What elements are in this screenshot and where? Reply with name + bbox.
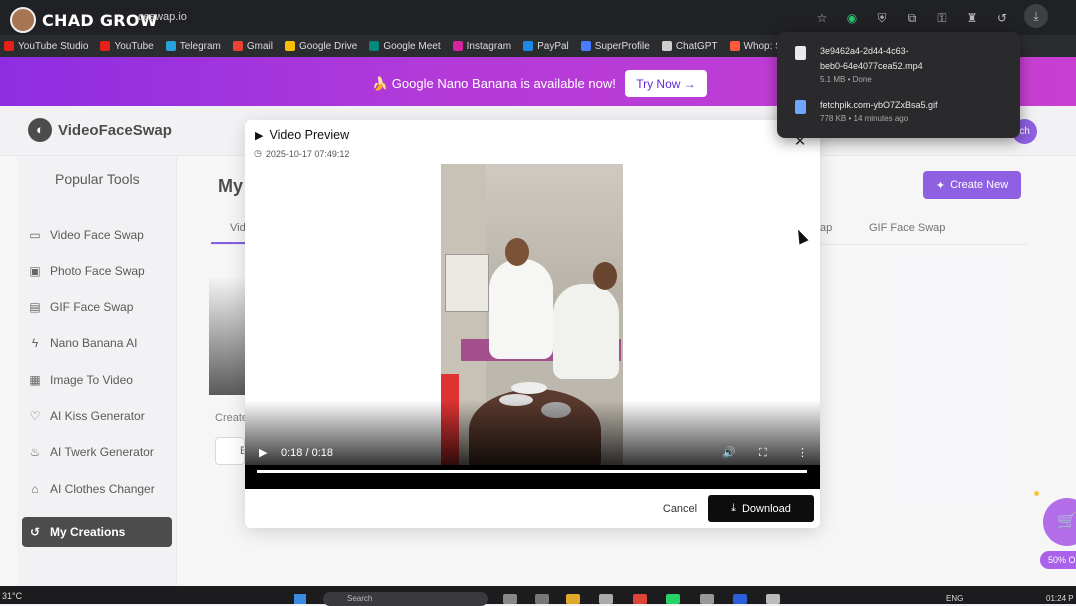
download-icon: ⤓ — [731, 502, 736, 514]
video-progress-bar[interactable] — [257, 470, 807, 473]
puzzle-icon[interactable]: ⧉ — [904, 10, 920, 26]
taskbar-app-icon[interactable] — [503, 594, 517, 604]
folder-icon[interactable] — [566, 594, 580, 604]
download-meta: 778 KB • 14 minutes ago — [820, 114, 909, 123]
bookmark-label: Telegram — [179, 40, 221, 52]
bookmark-item[interactable]: Google Drive — [285, 41, 357, 52]
bookmark-label: Instagram — [466, 40, 512, 52]
bookmark-item[interactable]: PayPal — [523, 41, 569, 52]
browser-tab-bar: CHAD GROW ceswap.io ☆ ◉ ⛨ ⧉ ⚿ ♜ ↺ ⤓ — [0, 0, 1076, 35]
bookmark-favicon-icon — [4, 41, 14, 51]
key-icon[interactable]: ⚿ — [934, 10, 950, 26]
cancel-button[interactable]: Cancel — [658, 500, 702, 518]
download-icon[interactable]: ⤓ — [1024, 4, 1048, 28]
channel-watermark: CHAD GROW — [10, 7, 158, 33]
bookmark-favicon-icon — [523, 41, 534, 51]
bookmark-favicon-icon — [729, 41, 740, 51]
taskbar-app-icon[interactable] — [535, 594, 549, 604]
whatsapp-icon[interactable] — [666, 594, 680, 604]
bookmark-label: ChatGPT — [675, 40, 718, 52]
bookmark-favicon-icon — [661, 41, 672, 51]
download-label: Download — [741, 502, 791, 515]
bookmark-item[interactable]: Instagram — [452, 40, 512, 52]
download-button[interactable]: ⤓ Download — [708, 495, 814, 522]
incognito-icon[interactable]: ♜ — [964, 10, 980, 26]
history-icon[interactable]: ↺ — [994, 10, 1010, 26]
file-icon — [795, 100, 806, 114]
modal-timestamp: 2025-10-17 07:49:12 — [265, 148, 350, 159]
bookmark-label: Gmail — [246, 40, 273, 52]
bookmark-favicon-icon — [232, 41, 243, 51]
browser-toolbar: ☆ ◉ ⛨ ⧉ ⚿ ♜ ↺ ⤓ — [814, 4, 1048, 28]
bookmark-item[interactable]: Gmail — [232, 40, 273, 52]
bookmark-item[interactable]: YouTube — [100, 40, 154, 52]
download-filename-cont: beb0-64e4077cea52.mp4 — [820, 61, 923, 71]
clock-icon: ◷ — [254, 148, 262, 158]
taskbar-clock[interactable]: 01:24 P — [1046, 594, 1074, 603]
taskbar-app-icon[interactable] — [766, 594, 780, 604]
chrome-icon[interactable] — [633, 594, 647, 604]
download-item[interactable]: fetchpik.com-ybO7ZxBsa5.gif 778 KB • 14 … — [795, 98, 938, 125]
file-icon — [795, 46, 806, 60]
bookmark-label: YouTube Studio — [18, 40, 89, 52]
fullscreen-icon[interactable]: ⛶ — [759, 446, 767, 460]
bookmark-favicon-icon — [452, 41, 463, 51]
taskbar-language[interactable]: ENG — [946, 594, 963, 603]
download-meta: 5.1 MB • Done — [820, 75, 872, 84]
bookmark-item[interactable]: ChatGPT — [661, 40, 718, 52]
bookmark-favicon-icon — [100, 41, 111, 51]
bookmark-favicon-icon — [369, 41, 380, 51]
bookmark-favicon-icon — [285, 41, 295, 51]
taskbar-weather[interactable]: 31°C — [2, 591, 22, 601]
address-bar-url[interactable]: ceswap.io — [138, 11, 187, 23]
play-icon: ▶ — [255, 129, 264, 142]
bookmark-label: YouTube — [114, 40, 154, 52]
bookmark-favicon-icon — [165, 41, 176, 51]
more-options-icon[interactable]: ⋮ — [797, 446, 808, 460]
bookmark-favicon-icon — [580, 41, 591, 51]
video-progress-fill — [257, 470, 807, 473]
taskbar-app-icon[interactable] — [599, 594, 613, 604]
bookmark-label: PayPal — [537, 40, 569, 52]
download-filename: 3e9462a4-2d44-4c63- — [820, 46, 909, 56]
video-letterbox — [245, 465, 820, 489]
bookmark-label: Google Meet — [383, 40, 441, 52]
modal-title: Video Preview — [269, 128, 350, 142]
play-button-icon[interactable]: ▶ — [259, 446, 267, 460]
extension-green-icon[interactable]: ◉ — [844, 10, 860, 26]
bookmark-item[interactable]: YouTube Studio — [4, 41, 88, 52]
bookmark-item[interactable]: Google Meet — [369, 40, 441, 52]
bookmark-item[interactable]: Telegram — [165, 40, 221, 52]
star-icon[interactable]: ☆ — [814, 10, 830, 26]
download-filename: fetchpik.com-ybO7ZxBsa5.gif — [820, 100, 938, 110]
taskbar-app-icon[interactable] — [733, 594, 747, 604]
bookmark-item[interactable]: SuperProfile — [580, 40, 650, 52]
bookmark-label: Google Drive — [299, 40, 358, 52]
modal-timestamp-row: ◷ 2025-10-17 07:49:12 — [254, 148, 349, 159]
volume-icon[interactable]: 🔊 — [722, 446, 736, 460]
taskbar-app-icon[interactable] — [700, 594, 714, 604]
video-time: 0:18 / 0:18 — [281, 447, 333, 459]
download-item[interactable]: 3e9462a4-2d44-4c63- beb0-64e4077cea52.mp… — [795, 44, 923, 86]
windows-start-icon[interactable] — [294, 594, 306, 604]
try-now-button[interactable]: Try Now → — [625, 70, 707, 97]
channel-avatar — [10, 7, 36, 33]
bookmark-label: SuperProfile — [594, 40, 650, 52]
banner-text: 🍌 Google Nano Banana is available now! — [372, 76, 616, 91]
modal-header: ▶ Video Preview — [255, 128, 349, 142]
shield-icon[interactable]: ⛨ — [874, 10, 890, 26]
